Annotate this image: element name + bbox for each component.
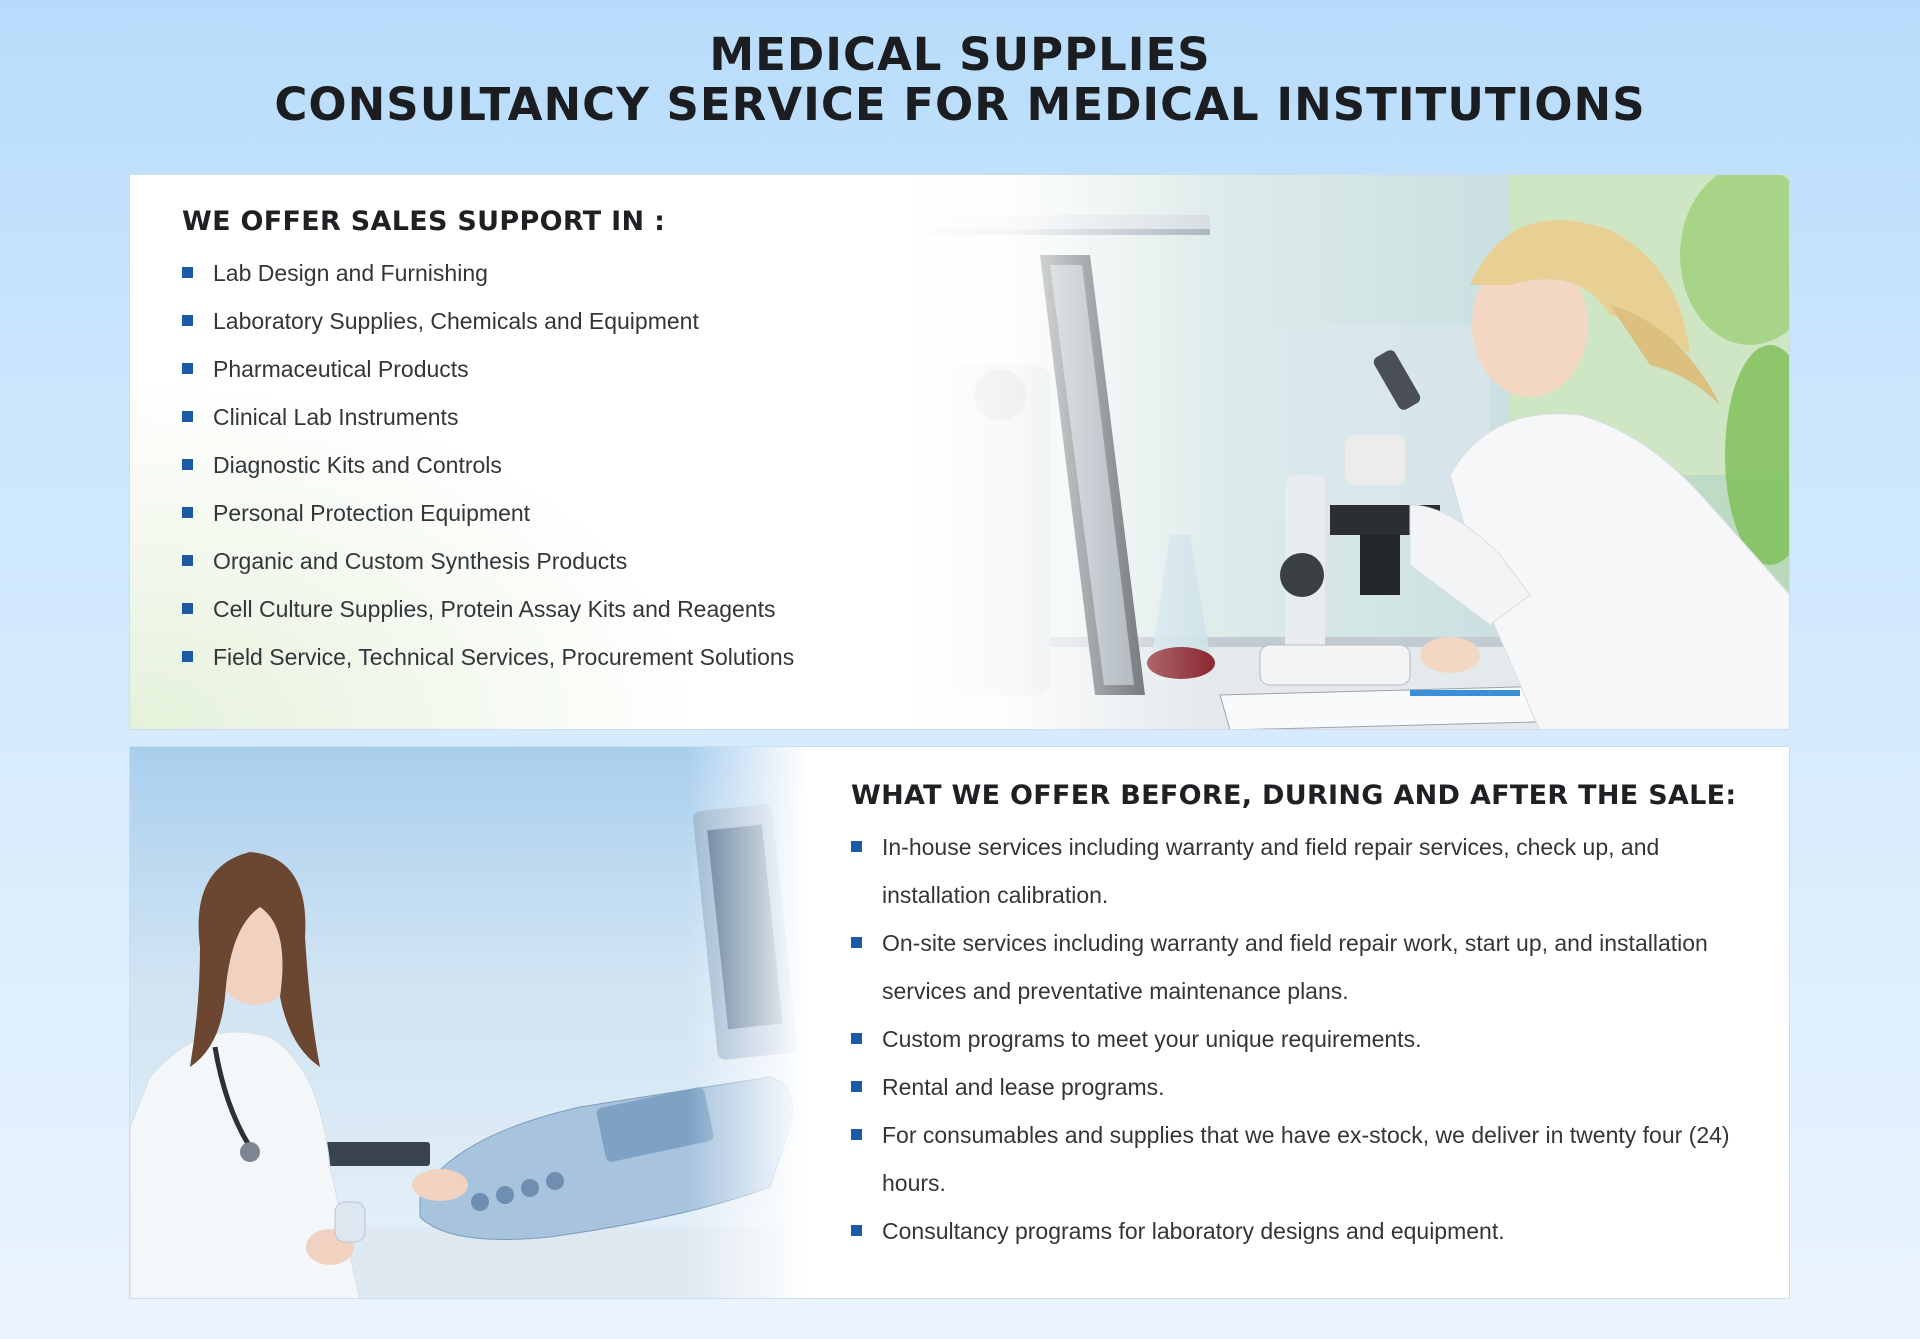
square-bullet-icon	[851, 937, 862, 948]
ultrasound-photo	[130, 747, 807, 1298]
list-item-text: In-house services including warranty and…	[882, 834, 1660, 908]
square-bullet-icon	[182, 315, 193, 326]
list-item-text: Custom programs to meet your unique requ…	[882, 1026, 1422, 1052]
sales-support-content: WE OFFER SALES SUPPORT IN : Lab Design a…	[182, 205, 942, 681]
list-item-text: Lab Design and Furnishing	[213, 260, 488, 286]
list-item-text: Rental and lease programs.	[882, 1074, 1165, 1100]
page-title-line-1: MEDICAL SUPPLIES	[709, 28, 1211, 81]
list-item: Laboratory Supplies, Chemicals and Equip…	[182, 297, 942, 345]
list-item: Organic and Custom Synthesis Products	[182, 537, 942, 585]
list-item: Consultancy programs for laboratory desi…	[851, 1207, 1761, 1255]
list-item-text: Pharmaceutical Products	[213, 356, 469, 382]
list-item: Custom programs to meet your unique requ…	[851, 1015, 1761, 1063]
list-item-text: Diagnostic Kits and Controls	[213, 452, 502, 478]
sale-services-panel: WHAT WE OFFER BEFORE, DURING AND AFTER T…	[129, 746, 1790, 1299]
sales-support-list: Lab Design and Furnishing Laboratory Sup…	[182, 249, 942, 681]
sale-services-content: WHAT WE OFFER BEFORE, DURING AND AFTER T…	[851, 779, 1761, 1255]
square-bullet-icon	[182, 459, 193, 470]
list-item: For consumables and supplies that we hav…	[851, 1111, 1761, 1207]
square-bullet-icon	[851, 1033, 862, 1044]
square-bullet-icon	[182, 651, 193, 662]
square-bullet-icon	[182, 267, 193, 278]
list-item: Clinical Lab Instruments	[182, 393, 942, 441]
list-item: Field Service, Technical Services, Procu…	[182, 633, 942, 681]
section-title: WHAT WE OFFER BEFORE, DURING AND AFTER T…	[851, 780, 1737, 811]
list-item-text: Personal Protection Equipment	[213, 500, 531, 526]
square-bullet-icon	[851, 1129, 862, 1140]
list-item-text: Consultancy programs for laboratory desi…	[882, 1218, 1505, 1244]
list-item: Rental and lease programs.	[851, 1063, 1761, 1111]
square-bullet-icon	[851, 841, 862, 852]
page-header: MEDICAL SUPPLIES CONSULTANCY SERVICE FOR…	[0, 30, 1920, 130]
list-item: On-site services including warranty and …	[851, 919, 1761, 1015]
section-title: WE OFFER SALES SUPPORT IN :	[182, 206, 666, 237]
list-item-text: For consumables and supplies that we hav…	[882, 1122, 1730, 1196]
square-bullet-icon	[182, 603, 193, 614]
sales-support-panel: WE OFFER SALES SUPPORT IN : Lab Design a…	[129, 174, 1790, 730]
list-item-text: Clinical Lab Instruments	[213, 404, 459, 430]
list-item-text: Cell Culture Supplies, Protein Assay Kit…	[213, 596, 776, 622]
list-item-text: Laboratory Supplies, Chemicals and Equip…	[213, 308, 699, 334]
list-item: Cell Culture Supplies, Protein Assay Kit…	[182, 585, 942, 633]
list-item: Diagnostic Kits and Controls	[182, 441, 942, 489]
list-item-text: Organic and Custom Synthesis Products	[213, 548, 628, 574]
square-bullet-icon	[182, 555, 193, 566]
square-bullet-icon	[182, 411, 193, 422]
list-item-text: Field Service, Technical Services, Procu…	[213, 644, 795, 670]
list-item: Lab Design and Furnishing	[182, 249, 942, 297]
square-bullet-icon	[851, 1081, 862, 1092]
page-title-line-2: CONSULTANCY SERVICE FOR MEDICAL INSTITUT…	[274, 78, 1646, 131]
list-item: In-house services including warranty and…	[851, 823, 1761, 919]
square-bullet-icon	[851, 1225, 862, 1236]
sale-services-list: In-house services including warranty and…	[851, 823, 1761, 1255]
list-item-text: On-site services including warranty and …	[882, 930, 1708, 1004]
list-item: Personal Protection Equipment	[182, 489, 942, 537]
list-item: Pharmaceutical Products	[182, 345, 942, 393]
lab-microscope-photo	[890, 175, 1789, 729]
square-bullet-icon	[182, 363, 193, 374]
square-bullet-icon	[182, 507, 193, 518]
